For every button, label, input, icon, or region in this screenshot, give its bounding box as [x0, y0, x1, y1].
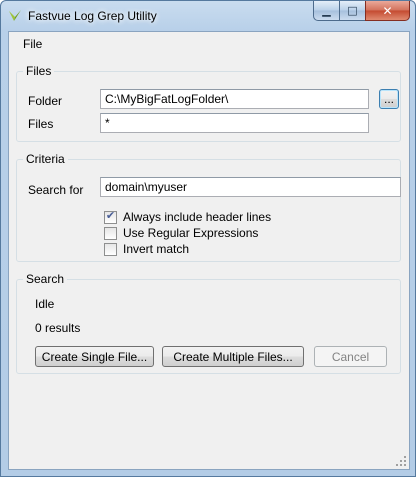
create-single-file-button[interactable]: Create Single File...: [35, 346, 154, 367]
menu-file[interactable]: File: [23, 37, 42, 51]
results-count: 0 results: [35, 321, 81, 335]
regex-checkbox-row[interactable]: Use Regular Expressions: [104, 226, 258, 240]
app-window: Fastvue Log Grep Utility ▁ □ ✕ File File…: [0, 0, 416, 477]
maximize-icon: □: [347, 4, 358, 17]
create-multiple-files-button[interactable]: Create Multiple Files...: [162, 346, 304, 367]
caption-buttons: ▁ □ ✕: [313, 1, 410, 21]
files-group: Files Folder C:\MyBigFatLogFolder\ ... F…: [16, 64, 401, 142]
folder-label: Folder: [28, 94, 63, 108]
cancel-button: Cancel: [314, 346, 387, 367]
header-lines-checkbox[interactable]: ✔: [104, 208, 117, 224]
criteria-group-title: Criteria: [23, 152, 68, 166]
invert-match-checkbox-row[interactable]: Invert match: [104, 242, 189, 256]
search-for-label: Search for: [28, 183, 84, 197]
minimize-button[interactable]: ▁: [313, 1, 339, 21]
close-icon: ✕: [382, 3, 393, 18]
search-group: Search Idle 0 results Create Single File…: [16, 272, 401, 374]
criteria-group: Criteria Search for domain\myuser ✔ Alwa…: [16, 152, 401, 262]
minimize-icon: ▁: [322, 4, 331, 17]
invert-match-checkbox[interactable]: [104, 242, 117, 256]
search-input[interactable]: domain\myuser: [100, 177, 401, 197]
client-area: File Files Folder C:\MyBigFatLogFolder\ …: [8, 31, 410, 470]
status-text: Idle: [35, 297, 55, 311]
files-group-title: Files: [23, 64, 55, 78]
resize-grip-icon[interactable]: [395, 455, 407, 467]
folder-input[interactable]: C:\MyBigFatLogFolder\: [100, 89, 369, 109]
checkmark-icon: ✔: [105, 208, 116, 222]
close-button[interactable]: ✕: [365, 1, 410, 21]
maximize-button[interactable]: □: [339, 1, 365, 21]
invert-match-label[interactable]: Invert match: [123, 242, 189, 256]
files-input[interactable]: *: [100, 113, 369, 133]
title-bar[interactable]: Fastvue Log Grep Utility ▁ □ ✕: [1, 1, 415, 31]
app-logo-icon: [9, 10, 21, 21]
search-group-title: Search: [23, 272, 68, 286]
header-lines-label[interactable]: Always include header lines: [123, 210, 271, 224]
regex-checkbox[interactable]: [104, 226, 117, 240]
window-title: Fastvue Log Grep Utility: [28, 9, 157, 23]
header-lines-checkbox-row[interactable]: ✔ Always include header lines: [104, 208, 271, 224]
browse-folder-button[interactable]: ...: [379, 89, 399, 109]
regex-label[interactable]: Use Regular Expressions: [123, 226, 258, 240]
files-label: Files: [28, 117, 54, 131]
menu-bar: File: [9, 32, 409, 54]
